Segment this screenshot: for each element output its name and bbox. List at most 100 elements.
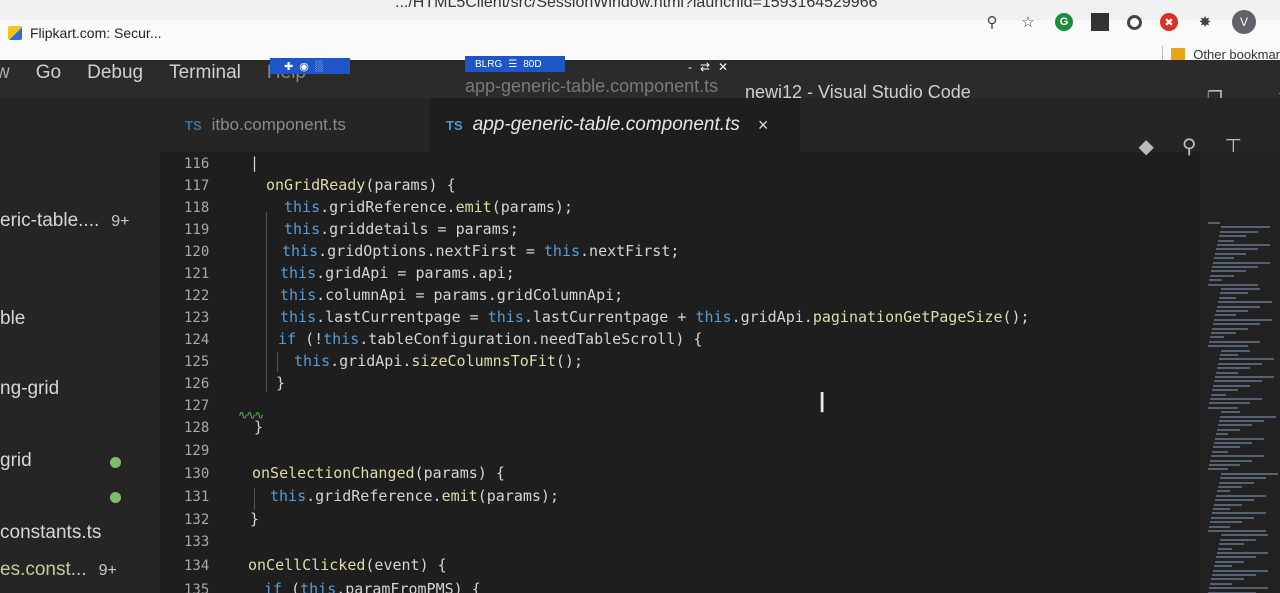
minimap-line [1211,516,1254,519]
remote-host-label: BLRG [475,58,503,70]
remote-menu-icon[interactable]: ☰ [508,59,517,70]
code-line: this.griddetails = params; [284,220,519,238]
code-editor[interactable]: | onGridReady(params) {this.gridReference… [230,152,1230,593]
line-number-gutter: 116 117 118 119 120 121 122 123 124 125 126 127 128 1… [160,152,230,593]
record-extension-icon[interactable] [1127,14,1142,30]
minimap-line [1210,459,1252,462]
minimap-line [1214,565,1232,568]
minimap-line [1208,468,1228,471]
menu-bar: w Go Debug Terminal Help [0,62,306,84]
code-line: } [250,510,260,528]
minimap-line [1213,323,1260,326]
code-line: this.gridReference.emit(params); [270,487,559,505]
minimap-line [1215,499,1254,502]
indent-guide [277,352,278,372]
minimap-line [1208,222,1220,224]
minimap-line [1220,415,1276,418]
code-line: this.columnApi = params.gridColumnApi; [280,286,624,304]
square-extension-icon[interactable] [1091,13,1109,31]
tab-itbo-component[interactable]: TS itbo.component.ts [185,98,346,152]
red-extension-icon[interactable]: ✖ [1160,13,1178,31]
minimap-line [1210,274,1234,277]
line-number: 133 [184,534,210,550]
line-number: 119 [184,222,210,238]
minimap-line [1213,384,1250,387]
line-number: 116 [184,156,210,172]
sidebar-item-table[interactable]: ble [0,308,25,330]
minimap-line [1215,252,1246,255]
faded-file-title: app-generic-table.component.ts [465,76,719,96]
sidebar-item-generic-table[interactable]: eric-table.... 9+ [0,210,130,232]
minimap-line [1212,450,1228,453]
browser-tab[interactable]: Flipkart.com: Secur... [0,20,260,46]
sidebar-item-es-const[interactable]: es.const... 9+ [0,559,117,581]
minimap-line [1217,490,1230,493]
search-icon[interactable]: ⚲ [983,13,1001,31]
minimap-line [1218,547,1232,550]
line-number: 131 [184,489,210,505]
minimap-line [1211,332,1236,334]
line-number: 121 [184,266,210,282]
code-line: this.gridReference.emit(params); [284,198,573,216]
code-line: onCellClicked(event) { [248,556,447,574]
code-line: this.gridApi.sizeColumnsToFit(); [294,352,583,370]
remote-toolbar-left[interactable]: ✚ ◉ ░ [270,58,350,74]
minimap-line [1216,556,1256,559]
minimap-line [1212,327,1248,330]
minimap-line [1209,279,1222,282]
problems-badge: 9+ [111,213,130,230]
url-text: .../HTML5Client/src/SessionWindow.html?l… [395,0,878,11]
minimap-line [1212,512,1266,515]
menu-view[interactable]: w [0,62,10,84]
minimap-line [1211,270,1246,273]
menu-terminal[interactable]: Terminal [169,62,241,84]
pin-icon[interactable]: ✚ [284,60,293,73]
sidebar-item-ng-grid[interactable]: ng-grid [0,378,59,400]
extension-toolbar: ⚲ ☆ G ✖ ✸ V [983,8,1256,36]
minimap-line [1216,371,1238,374]
minimap-line [1208,345,1248,348]
sidebar-item-grid[interactable]: grid [0,450,32,472]
sidebar-item-constants[interactable]: constants.ts [0,522,101,544]
minimap-line [1221,349,1250,352]
minimap-line [1209,587,1268,590]
tab-label: app-generic-table.component.ts [472,114,740,135]
warning-squiggle: ∿∿∿ [238,408,264,422]
minimap-line [1217,244,1270,246]
minimap-line [1210,521,1242,524]
star-icon[interactable]: ☆ [1019,13,1037,31]
minimap-line [1211,578,1244,581]
puzzle-extensions-icon[interactable]: ✸ [1196,13,1214,31]
typescript-icon: TS [185,117,202,133]
minimap-line [1212,389,1238,392]
folder-icon [1171,48,1186,60]
minimap-line [1210,582,1232,585]
vscode-title-bar: w Go Debug Terminal Help app-generic-tab… [0,56,1280,108]
line-number: 128 [184,420,210,436]
profile-avatar[interactable]: V [1232,10,1256,34]
close-tab-icon[interactable]: × [758,115,769,136]
menu-debug[interactable]: Debug [87,62,143,84]
minimap-line [1217,305,1260,308]
minimap-line [1219,420,1264,422]
minimap-line [1215,376,1274,378]
code-line: if (this.paramFromPMS) { [264,580,481,593]
remote-window-controls[interactable]: -⇄✕ [688,60,736,74]
line-number: 122 [184,288,210,304]
grammarly-extension-icon[interactable]: G [1055,13,1073,31]
minimap-line [1213,446,1240,449]
lock-icon: ◉ [299,60,309,73]
minimap-line [1220,292,1248,295]
minimap-line [1215,314,1236,317]
minimap-line [1215,437,1264,440]
minimap-line [1216,494,1266,497]
minimap[interactable] [1200,152,1280,593]
tab-app-generic-table-component[interactable]: TS app-generic-table.component.ts × [430,98,800,152]
minimap-line [1217,552,1268,554]
minimap-line [1214,318,1272,321]
indent-guide [266,212,267,392]
minimap-line [1216,310,1248,312]
remote-session-bar: ✚ ◉ ░ BLRG ☰ 80D -⇄✕ [270,56,750,76]
line-number: 125 [184,354,210,370]
menu-go[interactable]: Go [36,62,61,84]
